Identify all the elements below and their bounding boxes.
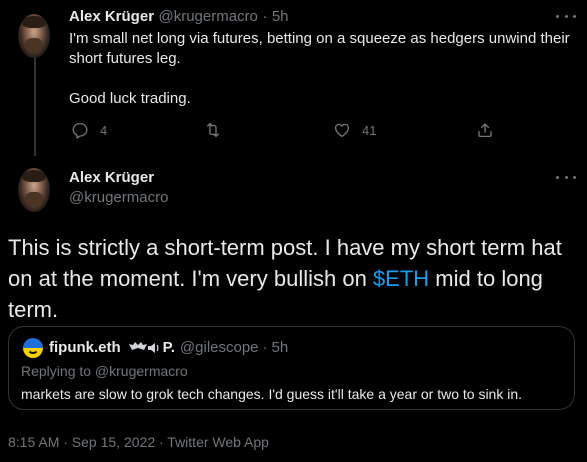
share-icon bbox=[478, 123, 492, 138]
quoted-name-suffix: P. bbox=[162, 339, 175, 356]
quoted-timestamp: 5h bbox=[271, 339, 289, 356]
reply-icon bbox=[72, 122, 88, 139]
thread-connector-line bbox=[34, 58, 36, 156]
display-name[interactable]: Alex Krüger bbox=[69, 169, 168, 186]
main-tweet-text: This is strictly a short-term post. I ha… bbox=[8, 232, 580, 325]
handle[interactable]: @krugermacro bbox=[69, 189, 168, 206]
separator: · bbox=[262, 339, 268, 356]
quoted-tweet-card[interactable]: fipunk.eth P. @gilescope · 5h Replying t… bbox=[8, 326, 575, 410]
reply-count: 4 bbox=[100, 122, 108, 138]
cashtag-link[interactable]: $ETH bbox=[373, 266, 429, 291]
avatar[interactable] bbox=[18, 14, 50, 58]
more-icon[interactable] bbox=[556, 11, 576, 21]
display-name[interactable]: Alex Krüger bbox=[69, 8, 154, 25]
tweet-text: I'm small net long via futures, betting … bbox=[69, 29, 574, 109]
emoji-bat-speaker-icon bbox=[128, 341, 161, 355]
timestamp[interactable]: 5h bbox=[272, 8, 289, 25]
retweet-icon bbox=[207, 122, 219, 138]
quoted-header: fipunk.eth P. @gilescope · 5h bbox=[49, 339, 288, 356]
separator: · bbox=[262, 8, 268, 25]
tweet-header: Alex Krüger @krugermacro · 5h bbox=[69, 8, 289, 26]
tweet-text-line: short futures leg. bbox=[69, 50, 181, 67]
reply-button[interactable]: 4 bbox=[71, 121, 107, 139]
share-button[interactable] bbox=[476, 121, 505, 139]
author-block: Alex Krüger @krugermacro bbox=[69, 169, 168, 206]
replying-to[interactable]: Replying to @krugermacro bbox=[21, 363, 188, 379]
tweet-meta[interactable]: 8:15 AM · Sep 15, 2022 · Twitter Web App bbox=[8, 434, 269, 450]
retweet-button[interactable] bbox=[204, 121, 233, 139]
quoted-display-name: fipunk.eth bbox=[49, 339, 121, 356]
quoted-tweet-text: markets are slow to grok tech changes. I… bbox=[21, 386, 523, 402]
quoted-avatar bbox=[23, 338, 43, 358]
like-count: 41 bbox=[362, 122, 377, 138]
avatar[interactable] bbox=[18, 168, 50, 212]
tweet-text-line: Good luck trading. bbox=[69, 90, 191, 107]
like-button[interactable]: 41 bbox=[333, 121, 376, 139]
handle[interactable]: @krugermacro bbox=[158, 8, 257, 25]
more-icon[interactable] bbox=[556, 172, 576, 182]
like-icon bbox=[334, 123, 350, 138]
tweet-text-line: I'm small net long via futures, betting … bbox=[69, 30, 570, 47]
quoted-handle: @gilescope bbox=[179, 339, 259, 356]
